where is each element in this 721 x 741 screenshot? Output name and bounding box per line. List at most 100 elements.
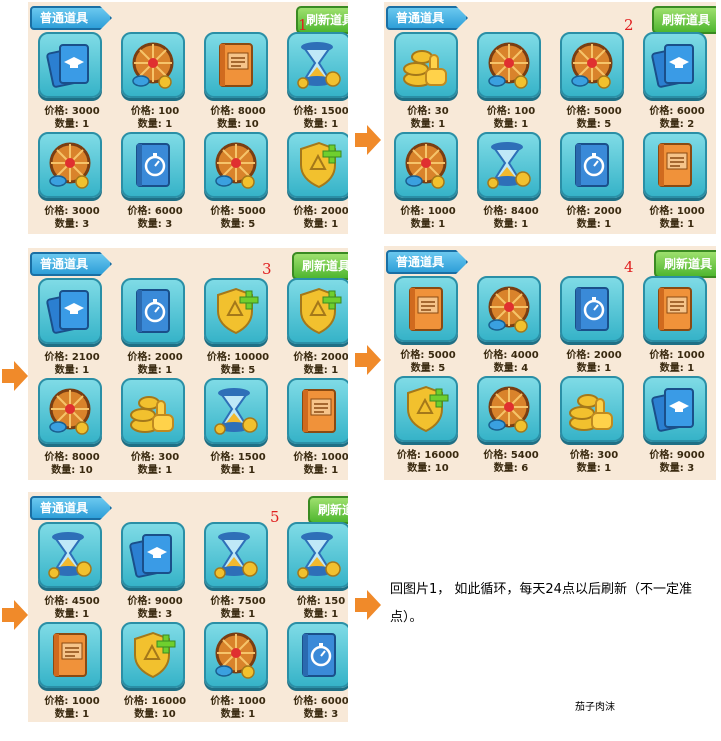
refresh-items-button[interactable]: 刷新道具	[654, 250, 716, 278]
item-tile[interactable]	[287, 622, 348, 688]
item-tile[interactable]	[477, 276, 541, 342]
item-tile[interactable]	[643, 132, 707, 198]
item-tile[interactable]	[121, 622, 185, 688]
wheel-icon	[206, 134, 266, 196]
cards-icon	[645, 378, 705, 440]
shop-item[interactable]: 价格: 150 数量: 1	[281, 522, 348, 622]
shop-item[interactable]: 价格: 100 数量: 1	[471, 32, 551, 132]
tab-normal-items[interactable]: 普通道具	[30, 6, 112, 30]
shop-item[interactable]: 价格: 8000 数量: 10	[32, 378, 112, 478]
item-tile[interactable]	[477, 32, 541, 98]
item-tile[interactable]	[204, 32, 268, 98]
item-tile[interactable]	[287, 378, 348, 444]
shop-item[interactable]: 价格: 5000 数量: 5	[198, 132, 278, 232]
item-tile[interactable]	[477, 132, 541, 198]
item-tile[interactable]	[204, 622, 268, 688]
book-icon	[645, 134, 705, 196]
item-tile[interactable]	[287, 278, 348, 344]
shop-item[interactable]: 价格: 1000 数量: 1	[198, 622, 278, 722]
shop-item[interactable]: 价格: 3000 数量: 1	[32, 32, 112, 132]
item-tile[interactable]	[643, 376, 707, 442]
item-tile[interactable]	[204, 278, 268, 344]
shop-item[interactable]: 价格: 300 数量: 1	[554, 376, 634, 476]
shop-item[interactable]: 价格: 2100 数量: 1	[32, 278, 112, 378]
item-tile[interactable]	[394, 276, 458, 342]
shop-item[interactable]: 价格: 300 数量: 1	[115, 378, 195, 478]
item-tile[interactable]	[477, 376, 541, 442]
item-tile[interactable]	[204, 522, 268, 588]
item-tile[interactable]	[560, 32, 624, 98]
item-tile[interactable]	[560, 376, 624, 442]
shop-item[interactable]: 价格: 16000 数量: 10	[388, 376, 468, 476]
shop-item[interactable]: 价格: 1000 数量: 1	[388, 132, 468, 232]
shop-item[interactable]: 价格: 6000 数量: 3	[281, 622, 348, 722]
shop-item[interactable]: 价格: 2000 数量: 1	[115, 278, 195, 378]
item-quantity: 数量: 5	[410, 363, 446, 374]
refresh-items-button[interactable]: 刷新道具	[292, 252, 348, 280]
shop-item[interactable]: 价格: 7500 数量: 1	[198, 522, 278, 622]
refresh-items-button[interactable]: 刷新道具	[652, 6, 716, 34]
item-quantity: 数量: 10	[51, 465, 93, 476]
shop-item[interactable]: 价格: 5000 数量: 5	[388, 276, 468, 376]
wheel-icon	[479, 378, 539, 440]
item-tile[interactable]	[121, 132, 185, 198]
shop-item[interactable]: 价格: 5000 数量: 5	[554, 32, 634, 132]
tab-normal-items[interactable]: 普通道具	[30, 496, 112, 520]
item-tile[interactable]	[394, 32, 458, 98]
item-tile[interactable]	[287, 132, 348, 198]
item-tile[interactable]	[394, 132, 458, 198]
shop-item[interactable]: 价格: 3000 数量: 3	[32, 132, 112, 232]
shop-item[interactable]: 价格: 4500 数量: 1	[32, 522, 112, 622]
item-tile[interactable]	[121, 278, 185, 344]
book-icon	[40, 624, 100, 686]
item-tile[interactable]	[38, 278, 102, 344]
item-tile[interactable]	[560, 132, 624, 198]
tab-normal-items[interactable]: 普通道具	[30, 252, 112, 276]
item-tile[interactable]	[643, 276, 707, 342]
shop-item[interactable]: 价格: 10000 数量: 5	[198, 278, 278, 378]
shop-item[interactable]: 价格: 1000 数量: 1	[32, 622, 112, 722]
shop-item[interactable]: 价格: 6000 数量: 2	[637, 32, 716, 132]
shop-item[interactable]: 价格: 2000 数量: 1	[554, 276, 634, 376]
item-tile[interactable]	[287, 32, 348, 98]
item-tile[interactable]	[38, 378, 102, 444]
item-tile[interactable]	[121, 378, 185, 444]
shop-item[interactable]: 价格: 100 数量: 1	[115, 32, 195, 132]
item-tile[interactable]	[287, 522, 348, 588]
item-quantity: 数量: 3	[54, 219, 90, 230]
refresh-items-button[interactable]: 刷新道具	[308, 496, 348, 524]
shop-item[interactable]: 价格: 2000 数量: 1	[281, 278, 348, 378]
shop-item[interactable]: 价格: 16000 数量: 10	[115, 622, 195, 722]
tab-normal-items[interactable]: 普通道具	[386, 250, 468, 274]
shop-item[interactable]: 价格: 1500 数量: 1	[198, 378, 278, 478]
item-tile[interactable]	[204, 378, 268, 444]
shop-item[interactable]: 价格: 1500 数量: 1	[281, 32, 348, 132]
shop-item[interactable]: 价格: 4000 数量: 4	[471, 276, 551, 376]
item-tile[interactable]	[121, 32, 185, 98]
shop-item[interactable]: 价格: 1000 数量: 1	[281, 378, 348, 478]
shop-item[interactable]: 价格: 1000 数量: 1	[637, 132, 716, 232]
author-signature: 茄子肉沫	[575, 702, 615, 713]
item-tile[interactable]	[38, 622, 102, 688]
item-tile[interactable]	[643, 32, 707, 98]
item-tile[interactable]	[121, 522, 185, 588]
shop-panel-3: 普通道具 刷新道具 3 价格: 2100 数量: 1 价格: 2000 数量: 1 价格: 1…	[28, 248, 348, 480]
shop-item[interactable]: 价格: 2000 数量: 1	[554, 132, 634, 232]
shop-item[interactable]: 价格: 9000 数量: 3	[115, 522, 195, 622]
shop-item[interactable]: 价格: 30 数量: 1	[388, 32, 468, 132]
item-tile[interactable]	[394, 376, 458, 442]
item-tile[interactable]	[38, 132, 102, 198]
shop-item[interactable]: 价格: 8400 数量: 1	[471, 132, 551, 232]
item-tile[interactable]	[38, 522, 102, 588]
shop-item[interactable]: 价格: 8000 数量: 10	[198, 32, 278, 132]
tab-normal-items[interactable]: 普通道具	[386, 6, 468, 30]
shop-item[interactable]: 价格: 2000 数量: 1	[281, 132, 348, 232]
shop-item[interactable]: 价格: 9000 数量: 3	[637, 376, 716, 476]
shop-item[interactable]: 价格: 5400 数量: 6	[471, 376, 551, 476]
item-tile[interactable]	[204, 132, 268, 198]
item-tile[interactable]	[560, 276, 624, 342]
shop-item[interactable]: 价格: 6000 数量: 3	[115, 132, 195, 232]
shop-item[interactable]: 价格: 1000 数量: 1	[637, 276, 716, 376]
item-quantity: 数量: 1	[54, 609, 90, 620]
item-tile[interactable]	[38, 32, 102, 98]
